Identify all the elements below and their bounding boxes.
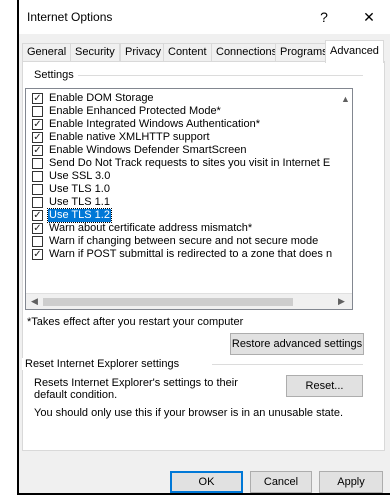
- horizontal-scrollbar[interactable]: ◀ ▶: [26, 293, 352, 309]
- list-item-label: Warn if POST submittal is redirected to …: [49, 248, 333, 260]
- enable-smartscreen-checkbox[interactable]: ✓: [32, 145, 43, 156]
- advanced-settings-list[interactable]: ✓ Enable DOM Storage Enable Enhanced Pro…: [25, 88, 353, 310]
- ok-button[interactable]: OK: [170, 471, 243, 493]
- list-item[interactable]: Use SSL 3.0: [26, 170, 346, 183]
- tab-general[interactable]: General: [22, 43, 72, 62]
- list-item-label: Use SSL 3.0: [49, 170, 111, 182]
- enable-enhanced-protected-mode-checkbox[interactable]: [32, 106, 43, 117]
- cancel-button[interactable]: Cancel: [250, 471, 312, 493]
- reset-button[interactable]: Reset...: [286, 375, 363, 397]
- list-item-label: Use TLS 1.2: [47, 208, 112, 223]
- tab-strip: General Security Privacy Content Connect…: [19, 40, 390, 63]
- list-item-label: Enable Enhanced Protected Mode*: [49, 105, 221, 117]
- enable-native-xmlhttp-checkbox[interactable]: ✓: [32, 132, 43, 143]
- settings-group-line: [78, 75, 363, 76]
- warn-cert-mismatch-checkbox[interactable]: ✓: [32, 223, 43, 234]
- tab-privacy[interactable]: Privacy: [120, 43, 167, 62]
- scroll-up-icon[interactable]: ▲: [341, 94, 350, 104]
- list-item[interactable]: ✓ Enable Windows Defender SmartScreen: [26, 144, 346, 157]
- list-item-label: Enable Windows Defender SmartScreen: [49, 144, 247, 156]
- list-item-label: Warn about certificate address mismatch*: [49, 222, 253, 234]
- tab-security[interactable]: Security: [70, 43, 120, 62]
- list-item[interactable]: ✓ Warn if POST submittal is redirected t…: [26, 248, 346, 261]
- reset-description: Resets Internet Explorer's settings to t…: [34, 377, 238, 401]
- list-item-label: Enable native XMLHTTP support: [49, 131, 210, 143]
- list-item[interactable]: ✓ Enable Integrated Windows Authenticati…: [26, 118, 346, 131]
- scroll-left-icon[interactable]: ◀: [31, 296, 38, 307]
- list-item-label: Enable Integrated Windows Authentication…: [49, 118, 260, 130]
- window-title: Internet Options: [27, 10, 113, 24]
- list-item[interactable]: ✓ Enable native XMLHTTP support: [26, 131, 346, 144]
- tab-content[interactable]: Content: [163, 43, 212, 62]
- reset-group-label: Reset Internet Explorer settings: [22, 358, 183, 370]
- restore-advanced-settings-button[interactable]: Restore advanced settings: [230, 333, 364, 355]
- horizontal-scroll-thumb[interactable]: [43, 298, 293, 306]
- scroll-right-icon[interactable]: ▶: [338, 296, 345, 307]
- list-item[interactable]: Warn if changing between secure and not …: [26, 235, 346, 248]
- use-tls-1-0-checkbox[interactable]: [32, 184, 43, 195]
- list-item-selected[interactable]: ✓ Use TLS 1.2: [26, 208, 346, 223]
- list-item[interactable]: Enable Enhanced Protected Mode*: [26, 105, 346, 118]
- use-ssl-3-checkbox[interactable]: [32, 171, 43, 182]
- title-bar[interactable]: Internet Options ? ✕: [19, 0, 390, 34]
- send-do-not-track-checkbox[interactable]: [32, 158, 43, 169]
- reset-group-line: [212, 364, 363, 365]
- list-item-label: Send Do Not Track requests to sites you …: [49, 157, 331, 169]
- tab-advanced[interactable]: Advanced: [325, 40, 384, 63]
- use-tls-1-2-checkbox[interactable]: ✓: [32, 210, 43, 221]
- settings-group-label: Settings: [31, 69, 77, 81]
- list-item-label: Warn if changing between secure and not …: [49, 235, 319, 247]
- vertical-scrollbar[interactable]: ▲: [337, 89, 352, 294]
- tab-connections[interactable]: Connections: [211, 43, 283, 62]
- list-item-label: Use TLS 1.1: [49, 196, 110, 208]
- list-item[interactable]: Use TLS 1.0: [26, 183, 346, 196]
- enable-integrated-windows-auth-checkbox[interactable]: ✓: [32, 119, 43, 130]
- list-item[interactable]: Send Do Not Track requests to sites you …: [26, 157, 346, 170]
- warn-post-redirect-checkbox[interactable]: ✓: [32, 249, 43, 260]
- list-item-label: Enable DOM Storage: [49, 92, 154, 104]
- restart-note: *Takes effect after you restart your com…: [27, 316, 244, 328]
- reset-warning: You should only use this if your browser…: [34, 407, 343, 419]
- list-item-label: Use TLS 1.0: [49, 183, 110, 195]
- enable-dom-storage-checkbox[interactable]: ✓: [32, 93, 43, 104]
- apply-button[interactable]: Apply: [319, 471, 383, 493]
- close-icon[interactable]: ✕: [356, 6, 382, 28]
- help-icon[interactable]: ?: [311, 6, 337, 28]
- use-tls-1-1-checkbox[interactable]: [32, 197, 43, 208]
- warn-secure-mode-change-checkbox[interactable]: [32, 236, 43, 247]
- list-item[interactable]: Use TLS 1.1: [26, 196, 346, 209]
- list-item[interactable]: ✓ Enable DOM Storage: [26, 92, 346, 105]
- list-item[interactable]: ✓ Warn about certificate address mismatc…: [26, 222, 346, 235]
